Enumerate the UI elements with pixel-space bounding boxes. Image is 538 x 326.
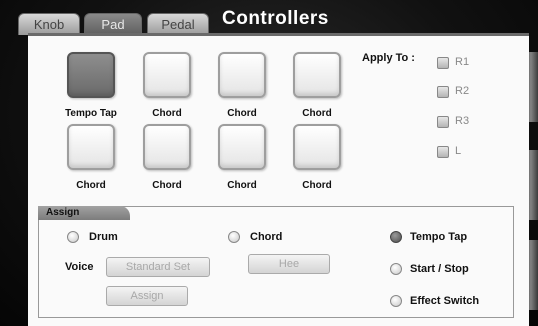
chord-label: Chord	[250, 231, 283, 243]
assign-button[interactable]: Assign	[106, 286, 188, 306]
pad-1[interactable]	[67, 52, 115, 98]
drum-label: Drum	[89, 231, 118, 243]
pad-label: Chord	[302, 108, 332, 119]
pad-4[interactable]	[293, 52, 341, 98]
checkbox-r2[interactable]	[437, 86, 449, 98]
effect-switch-label: Effect Switch	[410, 295, 480, 307]
checkbox-r1[interactable]	[437, 57, 449, 69]
start-stop-label: Start / Stop	[410, 263, 469, 275]
assign-section-header: Assign	[38, 206, 130, 220]
tab-knob[interactable]: Knob	[18, 13, 80, 35]
pad-3[interactable]	[218, 52, 266, 98]
tab-pedal[interactable]: Pedal	[147, 13, 209, 35]
pad-6[interactable]	[143, 124, 191, 170]
pad-5[interactable]	[67, 124, 115, 170]
apply-to-label: Apply To :	[362, 52, 415, 64]
pad-label: Tempo Tap	[65, 108, 117, 119]
pad-label: Chord	[302, 180, 332, 191]
tempo-tap-radio[interactable]	[390, 231, 402, 243]
checkbox-l[interactable]	[437, 146, 449, 158]
checkbox-label: R2	[455, 85, 470, 97]
voice-label: Voice	[65, 261, 94, 273]
pad-7[interactable]	[218, 124, 266, 170]
pad-8[interactable]	[293, 124, 341, 170]
pad-label: Chord	[152, 180, 182, 191]
pad-2[interactable]	[143, 52, 191, 98]
chord-radio[interactable]	[228, 231, 240, 243]
pad-label: Chord	[227, 108, 257, 119]
pad-label: Chord	[76, 180, 106, 191]
checkbox-r3[interactable]	[437, 116, 449, 128]
page-title: Controllers	[222, 8, 329, 29]
checkbox-label: R1	[455, 56, 470, 68]
checkbox-label: R3	[455, 115, 470, 127]
pad-label: Chord	[152, 108, 182, 119]
tempo-tap-label: Tempo Tap	[410, 231, 468, 243]
effect-switch-radio[interactable]	[390, 295, 402, 307]
chord-select-button[interactable]: Hee	[248, 254, 330, 274]
drum-radio[interactable]	[67, 231, 79, 243]
tab-pad[interactable]: Pad	[84, 13, 142, 35]
checkbox-label: L	[455, 145, 462, 157]
voice-select-button[interactable]: Standard Set	[106, 257, 210, 277]
start-stop-radio[interactable]	[390, 263, 402, 275]
pad-label: Chord	[227, 180, 257, 191]
